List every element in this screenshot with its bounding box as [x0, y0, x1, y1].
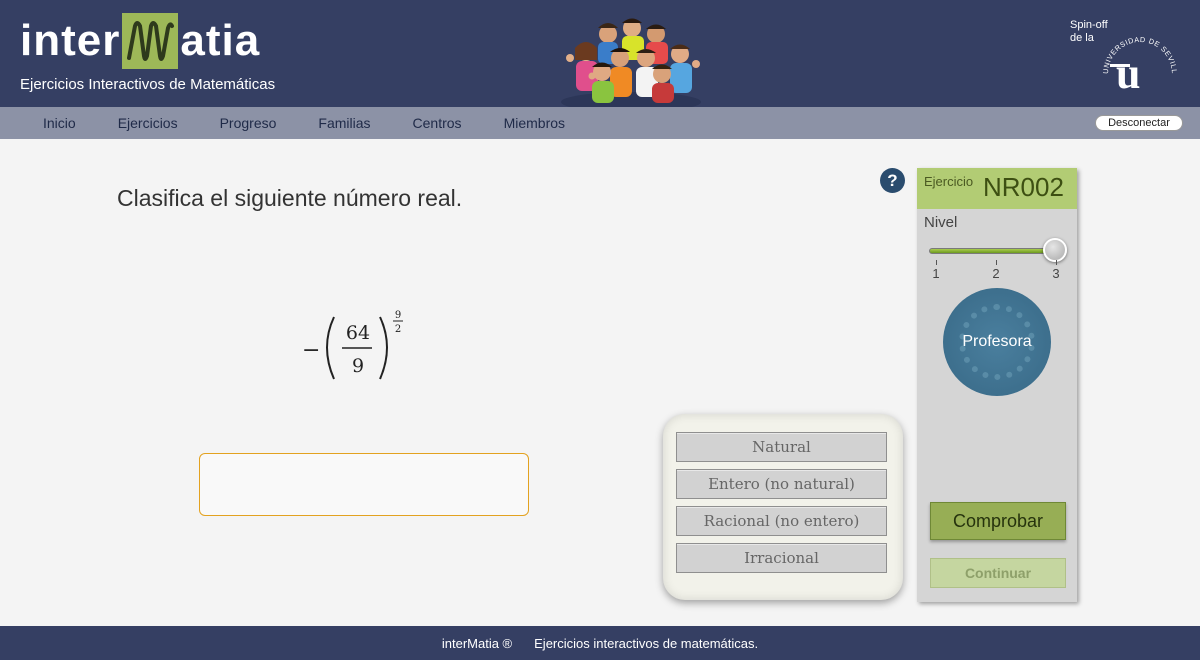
teacher-button-label: Profesora	[962, 333, 1032, 350]
exponent-numerator: 9	[395, 310, 401, 321]
option-racional[interactable]: Racional (no entero)	[676, 506, 887, 536]
level-tick-2	[996, 260, 997, 265]
disconnect-button[interactable]: Desconectar	[1095, 115, 1183, 131]
logo-text-right: atia	[180, 16, 261, 65]
option-natural[interactable]: Natural	[676, 432, 887, 462]
answer-drop-box[interactable]	[199, 453, 529, 516]
university-seville-logo[interactable]: UNIVERSIDAD DE SEVILLA u	[1098, 16, 1182, 96]
logo-m-icon	[122, 13, 179, 69]
exponent-denominator: 2	[395, 324, 401, 335]
check-button[interactable]: Comprobar	[930, 502, 1066, 540]
main-nav: Inicio Ejercicios Progreso Familias Cent…	[0, 107, 1200, 139]
nav-item-miembros[interactable]: Miembros	[483, 115, 586, 131]
svg-text:u: u	[1116, 49, 1140, 96]
nav-item-ejercicios[interactable]: Ejercicios	[97, 115, 199, 131]
logo-text-left: inter	[20, 16, 121, 65]
fraction-numerator: 64	[346, 322, 370, 344]
teacher-button[interactable]: Profesora	[943, 288, 1051, 396]
help-icon[interactable]: ?	[880, 168, 905, 193]
site-header: inter atia Ejercicios Interactivos de Ma…	[0, 0, 1200, 107]
level-label: Nivel	[924, 214, 958, 231]
nav-item-inicio[interactable]: Inicio	[22, 115, 97, 131]
level-tick-3	[1056, 260, 1057, 265]
nav-item-centros[interactable]: Centros	[392, 115, 483, 131]
level-tick-label-3: 3	[1052, 266, 1060, 281]
level-slider-track[interactable]	[929, 248, 1055, 254]
level-tick-label-2: 2	[992, 266, 1000, 281]
level-tick-label-1: 1	[932, 266, 940, 281]
level-slider[interactable]: 1 2 3	[927, 238, 1067, 286]
intermatia-logo[interactable]: inter atia	[20, 12, 260, 70]
level-tick-1	[936, 260, 937, 265]
classification-options-panel: Natural Entero (no natural) Racional (no…	[663, 414, 903, 600]
nav-item-progreso[interactable]: Progreso	[199, 115, 298, 131]
site-footer: interMatia ® Ejercicios interactivos de …	[0, 626, 1200, 660]
exercise-sidebar: Ejercicio NR002 Nivel 1 2 3 Profesora Co…	[917, 168, 1077, 602]
students-group-image	[561, 18, 701, 107]
exercise-label: Ejercicio	[924, 174, 974, 189]
option-entero[interactable]: Entero (no natural)	[676, 469, 887, 499]
exercise-question: Clasifica el siguiente número real.	[117, 185, 463, 211]
math-expression: − 64 9 9 2	[302, 310, 403, 380]
site-tagline: Ejercicios Interactivos de Matemáticas	[20, 76, 276, 93]
minus-sign: −	[302, 338, 320, 363]
option-irracional[interactable]: Irracional	[676, 543, 887, 573]
exercise-code: NR002	[983, 172, 1064, 202]
exercise-header: Ejercicio NR002	[917, 168, 1077, 209]
fraction-denominator: 9	[352, 355, 364, 377]
nav-item-familias[interactable]: Familias	[297, 115, 391, 131]
continue-button[interactable]: Continuar	[930, 558, 1066, 588]
footer-brand: interMatia ®	[441, 635, 513, 651]
footer-description: Ejercicios interactivos de matemáticas.	[534, 635, 759, 651]
level-slider-knob[interactable]	[1043, 238, 1067, 262]
